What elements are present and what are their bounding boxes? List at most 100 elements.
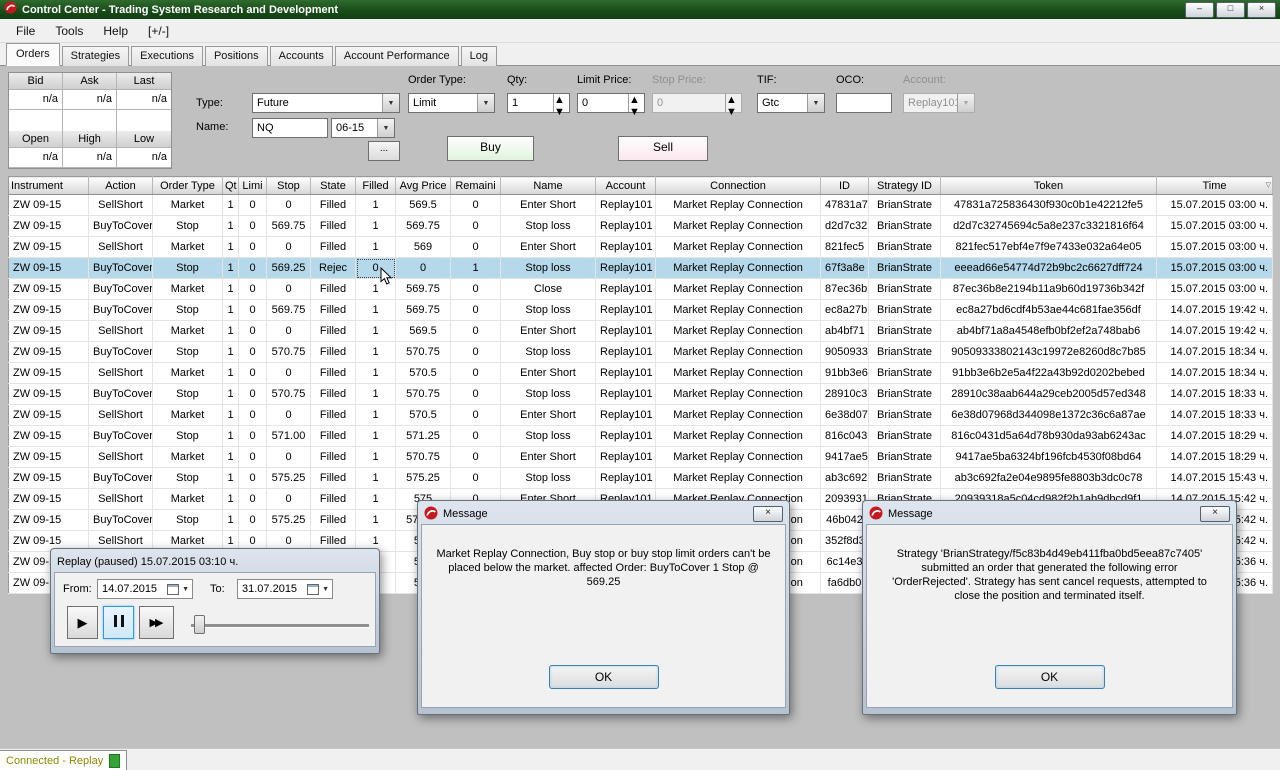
- table-row[interactable]: ZW 09-15 BuyToCover Stop 1 0 570.75 Filled 1 570…: [8, 383, 1273, 405]
- column-header-account[interactable]: Account: [595, 176, 656, 195]
- instrument-name-input[interactable]: [252, 118, 328, 138]
- ok-button[interactable]: OK: [994, 665, 1105, 689]
- replay-slider-handle[interactable]: [194, 615, 205, 634]
- cell-stop: 0: [266, 488, 311, 510]
- table-row[interactable]: ZW 09-15 SellShort Market 1 0 0 Filled 1 569.5 0 E…: [8, 194, 1273, 216]
- table-row[interactable]: ZW 09-15 BuyToCover Stop 1 0 571.00 Filled 1 571…: [8, 425, 1273, 447]
- column-header-remaini[interactable]: Remaini: [450, 176, 501, 195]
- bid-header: Bid: [9, 73, 63, 90]
- chevron-down-icon[interactable]: ▼: [182, 586, 189, 593]
- table-row[interactable]: ZW 09-15 SellShort Market 1 0 0 Filled 1 570.5 0 E…: [8, 404, 1273, 426]
- cell-avg-price: 569.5: [395, 194, 451, 216]
- chevron-down-icon[interactable]: ▼: [477, 94, 494, 112]
- cell-filled: 1: [355, 341, 396, 363]
- spin-down-icon[interactable]: ▼: [554, 106, 569, 118]
- table-row[interactable]: ZW 09-15 BuyToCover Stop 1 0 570.75 Filled 1 570…: [8, 341, 1273, 363]
- minimize-icon[interactable]: –: [1185, 1, 1214, 18]
- table-row[interactable]: ZW 09-15 SellShort Market 1 0 0 Filled 1 570.75 0…: [8, 446, 1273, 468]
- chevron-down-icon[interactable]: ▼: [377, 119, 394, 137]
- table-row[interactable]: ZW 09-15BuyToCoverStop10575.25Filled1575…: [8, 467, 1273, 489]
- close-icon[interactable]: ×: [1247, 1, 1276, 18]
- replay-dialog-titlebar[interactable]: Replay (paused) 15.07.2015 03:10 ч.: [54, 552, 376, 572]
- expiry-select[interactable]: 06-15 ▼: [331, 118, 395, 138]
- column-header-avg-price[interactable]: Avg Price: [395, 176, 451, 195]
- column-header-connection[interactable]: Connection: [655, 176, 821, 195]
- restore-icon[interactable]: □: [1216, 1, 1245, 18]
- column-header-qt[interactable]: Qt: [222, 176, 239, 195]
- menu-tools[interactable]: Tools: [45, 21, 93, 41]
- column-header-limi[interactable]: Limi: [238, 176, 267, 195]
- oco-input[interactable]: [836, 93, 892, 113]
- instrument-type-select[interactable]: Future ▼: [252, 93, 400, 113]
- buy-button[interactable]: Buy: [447, 136, 534, 161]
- spin-up-icon[interactable]: ▲: [554, 94, 569, 106]
- sell-button[interactable]: Sell: [618, 136, 708, 161]
- titlebar[interactable]: Control Center - Trading System Research…: [0, 0, 1280, 19]
- menu-help[interactable]: Help: [93, 21, 138, 41]
- tab-account-performance[interactable]: Account Performance: [334, 46, 459, 66]
- column-header-stop[interactable]: Stop: [266, 176, 311, 195]
- table-row[interactable]: ZW 09-15 SellShort Market 1 0 0 Filled 1 569.5 0 E…: [8, 320, 1273, 342]
- cell-time: 14.07.2015 18:29 ч.: [1156, 425, 1273, 447]
- pause-button[interactable]: [103, 606, 134, 639]
- connection-status-tab[interactable]: Connected - Replay: [0, 750, 128, 770]
- cell-token: d2d7c32745694c5a8e237c3321816f64: [940, 215, 1157, 237]
- message-text: Strategy 'BrianStrategy/f5c83b4d49eb411f…: [892, 548, 1207, 602]
- menu-file[interactable]: File: [6, 21, 45, 41]
- column-header-time[interactable]: Time ▽: [1156, 176, 1273, 195]
- cell-strategy-id: BrianStrate: [868, 194, 941, 216]
- cell-stop: 0: [266, 362, 311, 384]
- table-row[interactable]: ZW 09-15 BuyToCover Market 1 0 0 Filled 1 569.75…: [8, 278, 1273, 300]
- column-header-token[interactable]: Token: [940, 176, 1157, 195]
- browse-button[interactable]: ...: [368, 141, 400, 161]
- column-header-action[interactable]: Action: [88, 176, 153, 195]
- cell-limi: 0: [238, 215, 267, 237]
- quantity-stepper[interactable]: 1 ▲ ▼: [507, 93, 570, 118]
- low-value: n/a: [117, 148, 171, 168]
- limit-price-stepper[interactable]: 0 ▲ ▼: [577, 93, 645, 118]
- to-date-picker[interactable]: 31.07.2015 ▼: [237, 579, 333, 599]
- spin-up-icon[interactable]: ▲: [629, 94, 644, 106]
- cell-avg-price: 570.5: [395, 404, 451, 426]
- cell-action: BuyToCover: [88, 257, 153, 279]
- chevron-down-icon[interactable]: ▼: [382, 94, 399, 112]
- ok-button[interactable]: OK: [548, 665, 659, 689]
- column-header-instrument[interactable]: Instrument: [8, 176, 89, 195]
- table-row[interactable]: ZW 09-15 BuyToCover Stop 1 0 569.75 Filled 1 569…: [8, 299, 1273, 321]
- tab-accounts[interactable]: Accounts: [269, 46, 333, 66]
- table-row[interactable]: ZW 09-15 BuyToCover Stop 1 0 569.25 Rejec 0 0 1 St…: [8, 257, 1273, 279]
- menu-plus-minus[interactable]: [+/-]: [138, 21, 179, 41]
- column-header-name[interactable]: Name: [500, 176, 596, 195]
- cell-qt: 1: [222, 488, 239, 510]
- tif-select[interactable]: Gtc ▼: [757, 93, 825, 113]
- tab-positions[interactable]: Positions: [204, 46, 268, 66]
- table-row[interactable]: ZW 09-15 BuyToCover Stop 1 0 569.75 Filled 1 569…: [8, 215, 1273, 237]
- dialog-titlebar[interactable]: Message ×: [421, 504, 786, 524]
- tab-log[interactable]: Log: [460, 46, 497, 66]
- column-header-strategy-id[interactable]: Strategy ID: [868, 176, 941, 195]
- close-icon[interactable]: ×: [753, 506, 783, 522]
- spin-down-icon[interactable]: ▼: [629, 106, 644, 118]
- column-header-filled[interactable]: Filled: [355, 176, 396, 195]
- tab-executions[interactable]: Executions: [131, 46, 203, 66]
- column-header-order-type[interactable]: Order Type: [152, 176, 223, 195]
- close-icon[interactable]: ×: [1200, 506, 1230, 522]
- table-row[interactable]: ZW 09-15 SellShort Market 1 0 0 Filled 1 569 0 Ent…: [8, 236, 1273, 258]
- play-button[interactable]: ▶: [67, 606, 98, 639]
- cell-account: Replay101: [595, 425, 656, 447]
- dialog-titlebar[interactable]: Message ×: [866, 504, 1233, 524]
- replay-speed-slider[interactable]: [191, 624, 369, 628]
- tab-strategies[interactable]: Strategies: [61, 46, 130, 66]
- column-header-id[interactable]: ID: [820, 176, 869, 195]
- fast-forward-button[interactable]: ▶▶: [139, 606, 174, 639]
- column-header-state[interactable]: State: [310, 176, 356, 195]
- cell-stop: 570.75: [266, 341, 311, 363]
- order-type-select[interactable]: Limit ▼: [408, 93, 495, 113]
- cell-name: Enter Short: [500, 320, 596, 342]
- chevron-down-icon[interactable]: ▼: [322, 586, 329, 593]
- from-date-picker[interactable]: 14.07.2015 ▼: [97, 579, 193, 599]
- chevron-down-icon[interactable]: ▼: [807, 94, 824, 112]
- tab-orders[interactable]: Orders: [6, 43, 60, 66]
- cell-connection: Market Replay Connection: [655, 341, 821, 363]
- table-row[interactable]: ZW 09-15 SellShort Market 1 0 0 Filled 1 570.5 0 E…: [8, 362, 1273, 384]
